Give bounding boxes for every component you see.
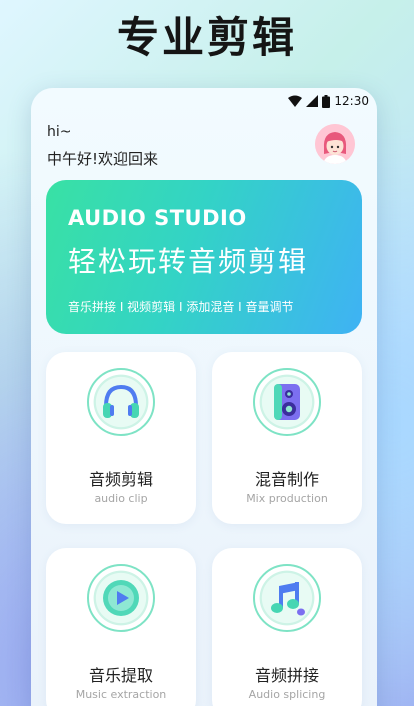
avatar[interactable] — [315, 124, 355, 164]
card-subtitle: Mix production — [246, 492, 328, 505]
banner-brand: AUDIO STUDIO — [68, 206, 247, 230]
card-music-extraction[interactable]: 音乐提取 Music extraction — [46, 548, 196, 706]
card-audio-clip[interactable]: 音频剪辑 audio clip — [46, 352, 196, 524]
card-label: 音频拼接 — [254, 666, 319, 685]
headphones-icon — [87, 368, 155, 436]
banner-headline: 轻松玩转音频剪辑 — [68, 245, 309, 278]
status-time: 12:30 — [334, 94, 369, 108]
card-audio-splicing[interactable]: 音频拼接 Audio splicing — [212, 548, 362, 706]
avatar-girl-icon — [315, 124, 355, 164]
greeting-text: 中午好!欢迎回来 — [47, 150, 159, 168]
audio-studio-banner[interactable]: AUDIO STUDIO 轻松玩转音频剪辑 音乐拼接 I 视频剪辑 I 添加混音… — [46, 180, 362, 334]
play-icon — [87, 564, 155, 632]
music-notes-icon — [253, 564, 321, 632]
status-bar: 12:30 — [288, 92, 369, 110]
speaker-icon — [253, 368, 321, 436]
card-subtitle: Music extraction — [75, 688, 167, 701]
banner-tags: 音乐拼接 I 视频剪辑 I 添加混音 I 音量调节 — [68, 300, 294, 314]
wifi-icon — [288, 95, 303, 107]
card-subtitle: Audio splicing — [248, 688, 326, 701]
greeting-hi: hi~ — [47, 124, 72, 140]
card-label: 音乐提取 — [88, 666, 153, 685]
promo-title: 专业剪辑 — [116, 13, 297, 62]
card-mix-production[interactable]: 混音制作 Mix production — [212, 352, 362, 524]
battery-icon — [322, 94, 331, 108]
card-label: 音频剪辑 — [88, 470, 153, 489]
card-label: 混音制作 — [254, 470, 319, 489]
signal-icon — [306, 95, 319, 107]
phone-screen: 12:30 hi~ 中午好!欢迎回来 AUDIO STUDIO 轻松玩转音频剪辑… — [31, 88, 377, 706]
card-subtitle: audio clip — [94, 492, 148, 505]
